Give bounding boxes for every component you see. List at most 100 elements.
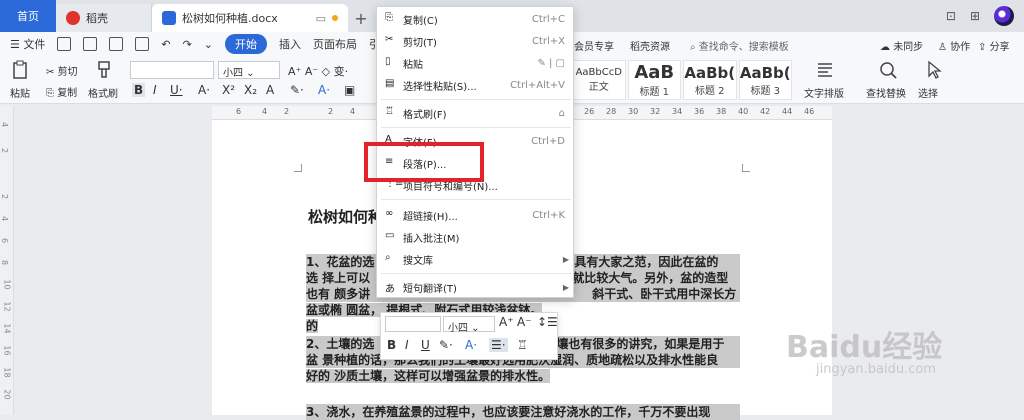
menu-item-hyperlink[interactable]: ∞ 超链接(H)... Ctrl+K — [377, 205, 575, 225]
menu-item-paste[interactable]: ▯ 粘贴 ✎ | ▢ — [377, 53, 575, 73]
char-border-button[interactable]: ▣ — [344, 83, 355, 97]
style-normal[interactable]: AaBbCcD 正文 — [572, 60, 626, 100]
tab-home-label: 首页 — [17, 10, 39, 23]
menu-item-translate[interactable]: あ 短句翻译(T) ▶ — [377, 277, 575, 297]
share-button[interactable]: ⇪ 分享 — [978, 38, 1010, 53]
menu-separator — [381, 99, 571, 100]
subscript-button[interactable]: X₂ — [244, 83, 257, 97]
redo-icon[interactable]: ↷ — [183, 38, 192, 51]
mini-format-brush-button[interactable]: ♖ — [517, 338, 528, 352]
format-brush-icon: ♖ — [385, 106, 394, 117]
save-icon[interactable] — [57, 37, 72, 51]
tab-daoke[interactable]: 稻壳 — [56, 4, 152, 32]
menu-item-cut[interactable]: ✂ 剪切(T) Ctrl+X — [377, 31, 575, 51]
select-label[interactable]: 选择 — [918, 85, 938, 100]
paragraph-3[interactable]: 3、浇水，在养殖盆景的过程中，也应该要注意好浇水的工作，千万不要出现 — [306, 404, 740, 420]
select-cursor-icon[interactable] — [924, 60, 944, 80]
layout-icon[interactable]: ⊡ — [946, 9, 956, 23]
tab-home[interactable]: 首页 — [0, 0, 56, 32]
find-replace-label[interactable]: 查找替换 — [866, 85, 906, 100]
submenu-arrow-icon: ▶ — [562, 282, 569, 292]
word-doc-icon — [162, 11, 176, 25]
style-heading-1[interactable]: AaB 标题 1 — [627, 60, 681, 100]
page-title[interactable]: 松树如何种 — [308, 206, 383, 227]
style-heading-2[interactable]: AaBb(标题 2 — [683, 60, 737, 100]
mini-italic-button[interactable]: I — [405, 338, 409, 352]
menu-page-layout[interactable]: 页面布局 — [313, 36, 357, 52]
undo-icon[interactable]: ↶ — [161, 38, 170, 51]
apps-grid-icon[interactable]: ⊞ — [970, 9, 980, 23]
highlight-annotation-box — [364, 142, 484, 182]
menu-member[interactable]: 会员专享 — [574, 38, 614, 53]
sync-status[interactable]: ☁ 未同步 — [880, 38, 923, 53]
menu-separator — [381, 273, 571, 274]
more-icon[interactable]: ⌄ — [204, 38, 213, 51]
mini-align-button[interactable]: ☰· — [489, 338, 508, 352]
format-brush-alt-icon[interactable]: ⌂ — [559, 108, 565, 119]
font-name-select[interactable] — [130, 61, 214, 79]
style-heading-3[interactable]: AaBb(标题 3 — [738, 60, 792, 100]
italic-button[interactable]: I — [153, 83, 157, 97]
highlight-button[interactable]: ✎· — [290, 83, 304, 97]
ruler-tick: 2 — [0, 147, 10, 154]
text-line-right: 壤也有很多的讲究，如果是用于 — [556, 337, 725, 351]
new-tab-button[interactable]: + — [348, 4, 374, 32]
underline-button[interactable]: U· — [170, 83, 183, 97]
menu-item-paste-special-shortcut: Ctrl+Alt+V — [510, 79, 565, 91]
copy-button[interactable]: ⎘ 复制 — [46, 84, 77, 99]
menu-item-search-library[interactable]: ⌕ 搜文库 ▶ — [377, 249, 575, 269]
font-color-button[interactable]: A· — [318, 83, 330, 97]
superscript-button[interactable]: X² — [222, 83, 235, 97]
style-heading-1-sample: AaB — [634, 62, 675, 83]
mini-font-name[interactable] — [385, 316, 441, 332]
menu-item-copy-label: 复制(C) — [403, 15, 438, 27]
clear-format-button[interactable]: A — [266, 83, 274, 97]
text-line: 好的 沙质土壤，这样可以增强盆景的排水性。 — [306, 368, 740, 384]
bold-button[interactable]: B — [132, 83, 146, 97]
mini-bold-button[interactable]: B — [387, 338, 396, 352]
mini-shrink-font-button[interactable]: A⁻ — [517, 315, 532, 329]
mini-highlight-button[interactable]: ✎· — [439, 338, 453, 352]
command-search-placeholder: 查找命令、搜索模板 — [698, 42, 789, 53]
find-replace-icon[interactable] — [878, 60, 898, 80]
command-search[interactable]: ⌕ 查找命令、搜索模板 — [690, 38, 789, 53]
ruler-tick: 2 — [328, 107, 334, 116]
collab-button[interactable]: ♙ 协作 — [938, 38, 970, 53]
ruler-tick: 6 — [0, 237, 10, 244]
paste-options-icons[interactable]: ✎ | ▢ — [537, 58, 565, 69]
menu-item-format-brush[interactable]: ♖ 格式刷(F) ⌂ — [377, 103, 575, 123]
menu-item-paste-special[interactable]: ▤ 选择性粘贴(S)... Ctrl+Alt+V — [377, 75, 575, 95]
ruler-tick: 8 — [0, 259, 10, 266]
mini-grow-font-button[interactable]: A⁺ — [499, 315, 514, 329]
font-grow-button[interactable]: A⁺ A⁻ ◇ 变· — [288, 63, 348, 79]
ruler-tick: 44 — [782, 107, 793, 116]
mini-line-spacing-button[interactable]: ↕☰ — [537, 315, 558, 329]
menu-item-insert-comment[interactable]: ▭ 插入批注(M) — [377, 227, 575, 247]
export-icon[interactable] — [83, 37, 98, 51]
preview-icon[interactable] — [135, 37, 150, 51]
menu-file[interactable]: ☰ 文件 — [10, 36, 45, 52]
strikethrough-button[interactable]: A· — [198, 83, 210, 97]
menu-start[interactable]: 开始 — [225, 34, 268, 54]
text-layout-icon[interactable] — [815, 60, 835, 80]
ruler-tick: 28 — [606, 107, 617, 116]
menu-daoke-resources[interactable]: 稻壳资源 — [630, 38, 670, 53]
print-icon[interactable] — [109, 37, 124, 51]
format-brush-label[interactable]: 格式刷 — [88, 85, 118, 100]
cut-button[interactable]: ✂ 剪切 — [46, 63, 78, 78]
font-size-select[interactable]: 小四 ⌄ — [218, 61, 280, 79]
menu-separator — [381, 199, 571, 200]
text-layout-label[interactable]: 文字排版 — [804, 85, 844, 100]
mini-underline-button[interactable]: U — [421, 338, 430, 352]
menu-insert[interactable]: 插入 — [279, 36, 301, 52]
avatar[interactable] — [994, 6, 1014, 26]
paste-icon[interactable] — [10, 60, 30, 80]
tab-document[interactable]: 松树如何种植.docx ▭ — [152, 4, 348, 32]
chat-icon[interactable]: ▭ — [316, 12, 326, 25]
mini-font-color-button[interactable]: A· — [465, 338, 477, 352]
format-brush-icon[interactable] — [94, 60, 114, 80]
ruler-tick: 34 — [672, 107, 683, 116]
paste-label[interactable]: 粘贴 — [10, 85, 30, 100]
menu-item-copy[interactable]: ⎘ 复制(C) Ctrl+C — [377, 9, 575, 29]
mini-font-size[interactable]: 小四 ⌄ — [443, 316, 495, 334]
